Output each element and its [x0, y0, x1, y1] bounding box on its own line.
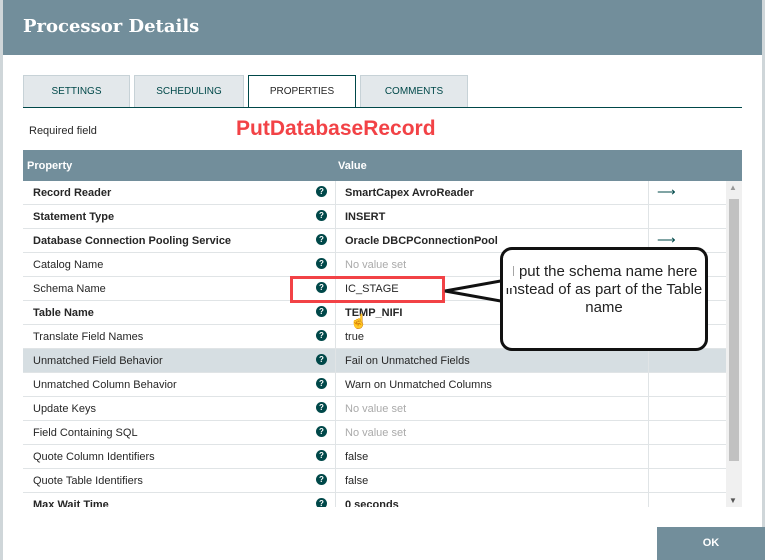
tab-divider — [23, 107, 742, 108]
help-icon[interactable]: ? — [316, 474, 327, 485]
table-row[interactable]: Quote Column Identifiers ? false — [23, 445, 742, 469]
property-name: Translate Field Names — [33, 331, 144, 343]
column-divider — [335, 493, 336, 507]
property-name: Database Connection Pooling Service — [33, 235, 232, 247]
column-divider — [335, 325, 336, 349]
table-row[interactable]: Unmatched Field Behavior ? Fail on Unmat… — [23, 349, 742, 373]
property-name: Catalog Name — [33, 259, 104, 271]
scrollbar-thumb[interactable] — [729, 199, 739, 461]
column-divider — [648, 349, 649, 373]
table-row[interactable]: Quote Table Identifiers ? false — [23, 469, 742, 493]
ok-button[interactable]: OK — [657, 527, 765, 560]
property-name: Max Wait Time — [33, 499, 109, 507]
table-row[interactable]: Record Reader ? SmartCapex AvroReader ⟶ — [23, 181, 742, 205]
column-divider — [648, 205, 649, 229]
property-name: Table Name — [33, 307, 94, 319]
help-icon[interactable]: ? — [316, 186, 327, 197]
scroll-up-icon[interactable]: ▲ — [729, 183, 737, 192]
hand-cursor-icon: ☝ — [350, 313, 368, 329]
tab-properties[interactable]: PROPERTIES — [248, 75, 356, 108]
column-divider — [648, 373, 649, 397]
property-name: Quote Column Identifiers — [33, 451, 155, 463]
property-value[interactable]: Warn on Unmatched Columns — [345, 379, 492, 391]
column-divider — [335, 349, 336, 373]
required-field-label: Required field — [29, 125, 97, 137]
column-divider — [335, 445, 336, 469]
help-icon[interactable]: ? — [316, 450, 327, 461]
column-divider — [335, 181, 336, 205]
column-divider — [648, 181, 649, 205]
help-icon[interactable]: ? — [316, 258, 327, 269]
property-value[interactable]: Oracle DBCPConnectionPool — [345, 235, 498, 247]
table-header: Property Value — [23, 150, 742, 181]
property-value[interactable]: Fail on Unmatched Fields — [345, 355, 470, 367]
scrollbar[interactable]: ▲ ▼ — [726, 181, 742, 507]
help-icon[interactable]: ? — [316, 426, 327, 437]
column-divider — [335, 253, 336, 277]
help-icon[interactable]: ? — [316, 306, 327, 317]
help-icon[interactable]: ? — [316, 378, 327, 389]
property-value[interactable]: SmartCapex AvroReader — [345, 187, 474, 199]
column-divider — [335, 397, 336, 421]
highlight-box — [290, 276, 445, 303]
property-name: Unmatched Field Behavior — [33, 355, 163, 367]
callout-pointer-mask — [503, 258, 513, 288]
help-icon[interactable]: ? — [316, 402, 327, 413]
property-name: Update Keys — [33, 403, 96, 415]
column-divider — [335, 421, 336, 445]
property-value[interactable]: true — [345, 331, 364, 343]
property-column-header[interactable]: Property — [27, 160, 72, 172]
column-divider — [648, 421, 649, 445]
property-name: Field Containing SQL — [33, 427, 138, 439]
arrow-right-icon[interactable]: ⟶ — [657, 184, 676, 200]
table-row[interactable]: Unmatched Column Behavior ? Warn on Unma… — [23, 373, 742, 397]
help-icon[interactable]: ? — [316, 330, 327, 341]
property-name: Statement Type — [33, 211, 115, 223]
column-divider — [648, 469, 649, 493]
property-value[interactable]: false — [345, 475, 368, 487]
column-divider — [648, 445, 649, 469]
column-divider — [648, 493, 649, 507]
property-value[interactable]: INSERT — [345, 211, 385, 223]
column-divider — [335, 469, 336, 493]
column-divider — [648, 397, 649, 421]
property-name: Unmatched Column Behavior — [33, 379, 177, 391]
column-divider — [335, 205, 336, 229]
property-name: Schema Name — [33, 283, 106, 295]
tab-comments[interactable]: COMMENTS — [360, 75, 468, 107]
property-value[interactable]: No value set — [345, 259, 406, 271]
column-divider — [335, 373, 336, 397]
column-divider — [335, 301, 336, 325]
table-row[interactable]: Update Keys ? No value set — [23, 397, 742, 421]
help-icon[interactable]: ? — [316, 234, 327, 245]
dialog-title: Processor Details — [23, 16, 200, 37]
property-value[interactable]: No value set — [345, 403, 406, 415]
property-value[interactable]: 0 seconds — [345, 499, 399, 507]
property-name: Record Reader — [33, 187, 112, 199]
table-row[interactable]: Max Wait Time ? 0 seconds — [23, 493, 742, 507]
help-icon[interactable]: ? — [316, 210, 327, 221]
arrow-right-icon[interactable]: ⟶ — [657, 232, 676, 248]
scroll-down-icon[interactable]: ▼ — [729, 496, 737, 505]
help-icon[interactable]: ? — [316, 354, 327, 365]
table-row[interactable]: Statement Type ? INSERT — [23, 205, 742, 229]
dialog-header: Processor Details — [3, 0, 762, 55]
tab-settings[interactable]: SETTINGS — [23, 75, 130, 107]
property-name: Quote Table Identifiers — [33, 475, 143, 487]
property-value[interactable]: No value set — [345, 427, 406, 439]
table-row[interactable]: Field Containing SQL ? No value set — [23, 421, 742, 445]
annotation-title: PutDatabaseRecord — [236, 117, 436, 140]
help-icon[interactable]: ? — [316, 498, 327, 507]
property-value[interactable]: false — [345, 451, 368, 463]
tab-scheduling[interactable]: SCHEDULING — [134, 75, 244, 107]
column-divider — [335, 229, 336, 253]
value-column-header[interactable]: Value — [338, 160, 367, 172]
